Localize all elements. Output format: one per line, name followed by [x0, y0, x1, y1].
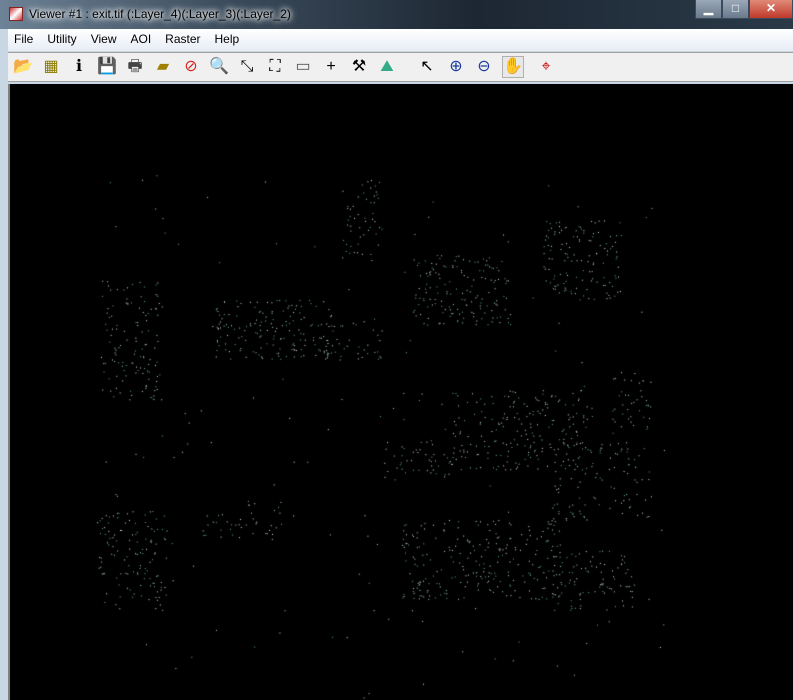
title-bar: Viewer #1 : exit.tif (:Layer_4)(:Layer_3… [0, 0, 793, 29]
menu-file[interactable]: File [8, 29, 40, 46]
fit-window-icon[interactable]: ⛶ [264, 56, 286, 78]
menu-view[interactable]: View [84, 29, 124, 46]
maximize-button[interactable]: □ [722, 0, 749, 19]
eraser-icon[interactable]: ▰ [152, 56, 174, 78]
menu-raster[interactable]: Raster [158, 29, 207, 46]
raster-image[interactable] [10, 84, 793, 700]
pan-hand-icon[interactable]: ✋ [502, 56, 524, 78]
app-icon [9, 7, 23, 21]
crosshair-icon[interactable]: + [320, 56, 342, 78]
open-icon[interactable]: 📂 [12, 56, 34, 78]
minimize-button[interactable]: ▁ [695, 0, 722, 19]
profile-icon[interactable]: ⛰ [376, 56, 398, 78]
clear-view-icon[interactable]: ⊘ [180, 56, 202, 78]
tools-icon[interactable]: ⚒ [348, 56, 370, 78]
toolbar: 📂 ▦ ℹ 💾 🖶 ▰ ⊘ 🔍 ⤡ ⛶ ▭ + ⚒ ⛰ ↖ ⊕ ⊖ ✋ ⌖ [8, 52, 793, 82]
zoom-out-icon[interactable]: ⊖ [473, 56, 495, 78]
inquire-cursor-icon[interactable]: ⌖ [535, 56, 557, 78]
inquire-icon[interactable]: 🔍 [208, 56, 230, 78]
menu-utility[interactable]: Utility [40, 29, 83, 46]
window-title: Viewer #1 : exit.tif (:Layer_4)(:Layer_3… [29, 7, 291, 21]
info-icon[interactable]: ℹ [68, 56, 90, 78]
open-layer-icon[interactable]: ▦ [40, 56, 62, 78]
zoom-in-icon[interactable]: ⊕ [445, 56, 467, 78]
save-icon[interactable]: 💾 [96, 56, 118, 78]
image-viewer-canvas[interactable] [8, 84, 793, 700]
zoom-in-fit-icon[interactable]: ⤡ [236, 56, 258, 78]
menu-help[interactable]: Help [208, 29, 247, 46]
measure-icon[interactable]: ▭ [292, 56, 314, 78]
menu-aoi[interactable]: AOI [123, 29, 158, 46]
print-icon[interactable]: 🖶 [124, 56, 146, 78]
menu-bar: File Utility View AOI Raster Help [0, 29, 793, 51]
close-button[interactable]: ✕ [749, 0, 793, 19]
select-arrow-icon[interactable]: ↖ [416, 56, 438, 78]
